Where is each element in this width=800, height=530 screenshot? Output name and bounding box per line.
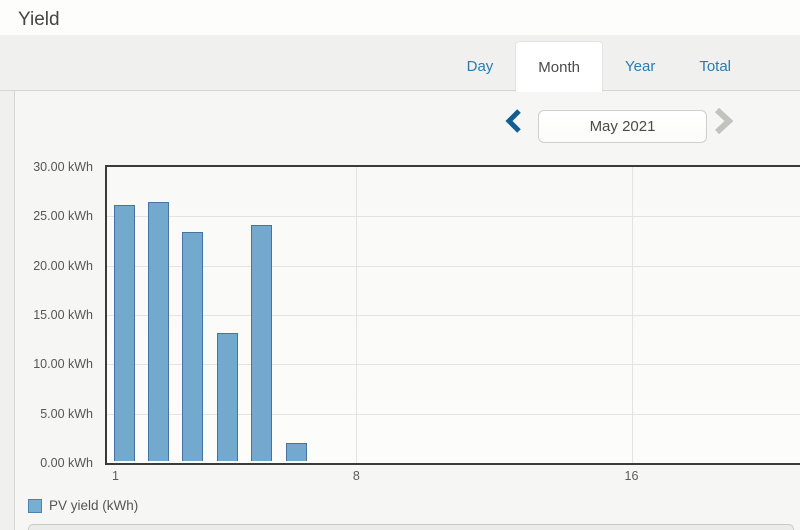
date-range-button[interactable]: May 2021 — [538, 110, 707, 143]
next-month-button[interactable] — [710, 107, 736, 137]
bar-day-2[interactable] — [147, 201, 169, 461]
bar-day-4[interactable] — [216, 332, 238, 461]
bar-day-6[interactable] — [285, 443, 307, 461]
tab-total[interactable]: Total — [677, 41, 753, 91]
legend-item[interactable]: PV yield (kWh) — [28, 498, 138, 513]
view-tabs: Day Month Year Total — [445, 41, 753, 92]
bar-day-1[interactable] — [113, 205, 135, 461]
date-range-label: May 2021 — [589, 118, 656, 135]
tab-day[interactable]: Day — [445, 41, 516, 91]
tab-month[interactable]: Month — [515, 41, 603, 92]
bar-day-5[interactable] — [251, 225, 273, 461]
bar-day-3[interactable] — [182, 232, 204, 461]
chevron-right-icon — [713, 107, 734, 137]
series-swatch-icon — [28, 498, 42, 513]
prev-month-button[interactable] — [500, 107, 526, 137]
legend-label: PV yield (kWh) — [49, 498, 139, 513]
chart-plot-area — [105, 165, 800, 465]
page-title: Yield — [18, 9, 60, 30]
collapsed-section-header[interactable] — [28, 524, 794, 530]
tab-year[interactable]: Year — [603, 41, 677, 91]
chevron-left-icon — [504, 108, 522, 136]
